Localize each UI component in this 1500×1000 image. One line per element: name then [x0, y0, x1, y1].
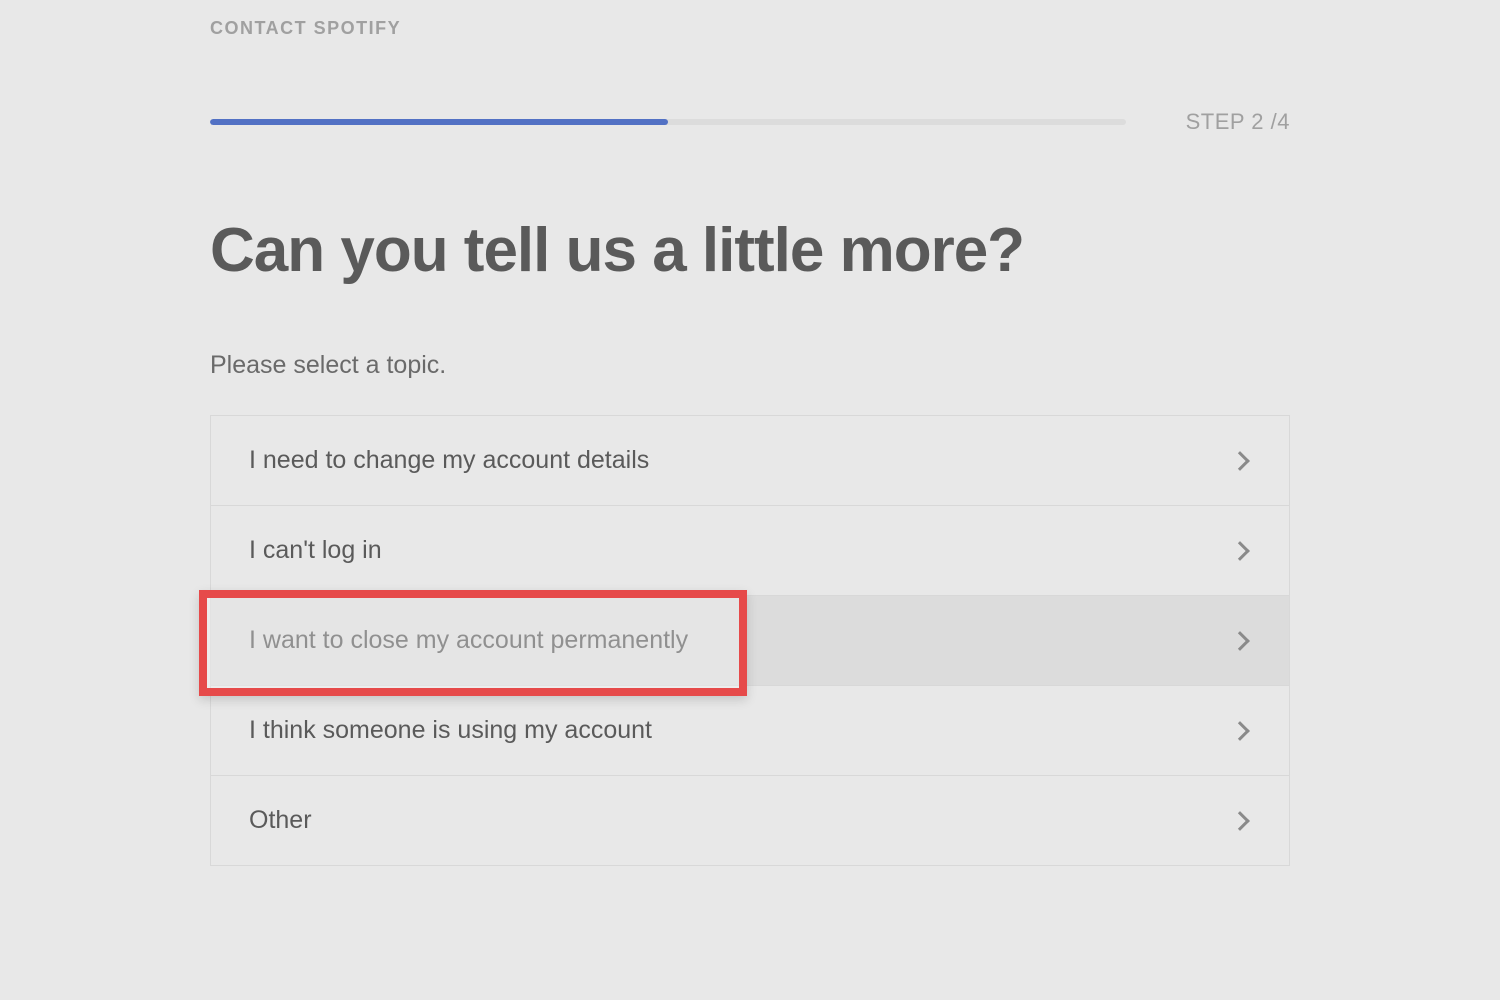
content-container: CONTACT SPOTIFY STEP 2 /4 Can you tell u… [0, 0, 1500, 866]
topic-label: I need to change my account details [249, 446, 649, 475]
topic-label: Other [249, 806, 312, 835]
progress-bar [210, 119, 1126, 125]
progress-row: STEP 2 /4 [210, 109, 1290, 135]
topic-cant-log-in[interactable]: I can't log in [211, 506, 1289, 596]
chevron-right-icon [1230, 811, 1250, 831]
topic-change-account-details[interactable]: I need to change my account details [211, 416, 1289, 506]
topic-label: I want to close my account permanently [249, 626, 688, 655]
page-subheading: Please select a topic. [210, 351, 1290, 380]
step-label: STEP 2 /4 [1186, 109, 1290, 135]
topic-close-account[interactable]: I want to close my account permanently [211, 596, 1289, 686]
topic-someone-using-account[interactable]: I think someone is using my account [211, 686, 1289, 776]
page-heading: Can you tell us a little more? [210, 215, 1290, 286]
topic-label: I think someone is using my account [249, 716, 652, 745]
progress-fill [210, 119, 668, 125]
chevron-right-icon [1230, 631, 1250, 651]
topic-other[interactable]: Other [211, 776, 1289, 865]
chevron-right-icon [1230, 541, 1250, 561]
breadcrumb: CONTACT SPOTIFY [210, 18, 1290, 39]
chevron-right-icon [1230, 721, 1250, 741]
chevron-right-icon [1230, 451, 1250, 471]
topic-label: I can't log in [249, 536, 382, 565]
topic-list: I need to change my account details I ca… [210, 415, 1290, 866]
